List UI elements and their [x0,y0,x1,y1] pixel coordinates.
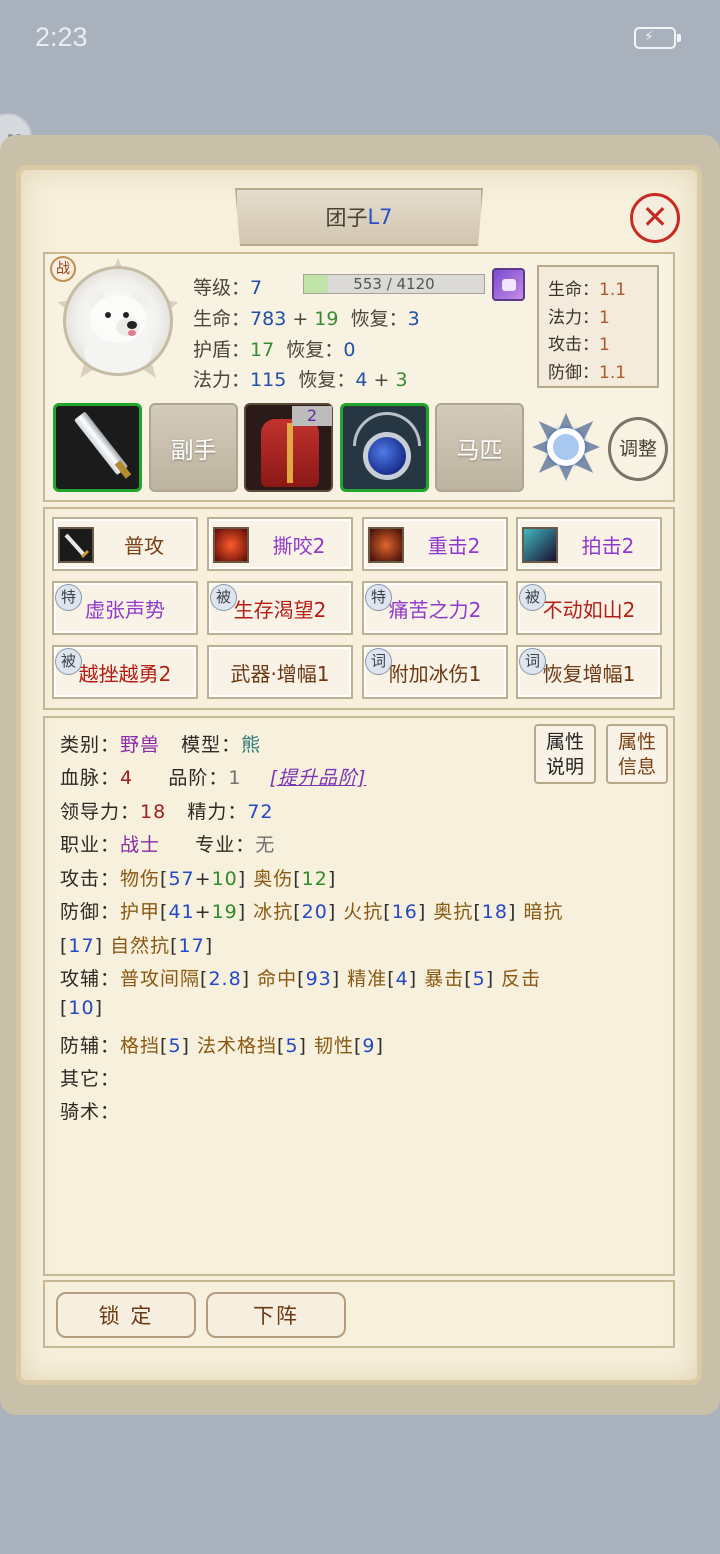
skill-tag: 被 [519,584,546,611]
shield-regen: 0 [343,339,356,361]
mount-slot[interactable]: 马匹 [435,403,524,492]
exp-bar: 553 / 4120 [303,274,485,294]
skill-ice-damage[interactable]: 附加冰伤1 词 [362,645,508,699]
skill-tag: 被 [55,648,82,675]
growth-ratio-box: 生命：1.1 法力：1 攻击：1 防御：1.1 [537,265,659,388]
ratio-defense: 防御：1.1 [548,362,627,383]
riding-row: 骑术： [60,1101,121,1123]
robe-icon [261,419,319,487]
mp-regen-bonus: 3 [395,369,408,391]
skill-tag: 词 [365,648,392,675]
attack-aux-row-cont: [10] [60,997,104,1019]
skill-tag: 特 [365,584,392,611]
hp-row: 生命：783 + 19 恢复：3 [193,308,420,330]
mp-value: 115 [250,369,287,391]
skill-resilience[interactable]: 越挫越勇2 被 [52,645,198,699]
close-x-icon: ✕ [641,198,669,236]
skill-immovable[interactable]: 不动如山2 被 [516,581,662,635]
skill-weapon-amp[interactable]: 武器·增幅1 [207,645,353,699]
status-time: 2:23 [35,22,88,52]
hp-bonus: 19 [314,308,339,330]
pet-type-icon[interactable] [492,268,525,301]
armor-count: 2 [292,406,332,426]
ratio-attack: 攻击：1 [548,335,610,355]
bloodline-row: 血脉：4 品阶：1 [提升品阶] [60,767,367,789]
category-row: 类别：野兽 模型：熊 [60,734,262,756]
ratio-mp: 法力：1 [548,307,610,328]
skill-heavy-strike[interactable]: 重击2 [362,517,508,571]
lock-button[interactable]: 锁 定 [56,1292,196,1338]
mp-row: 法力：115 恢复：4 + 3 [193,369,408,391]
accessory-slot[interactable] [340,403,429,492]
upgrade-grade-link[interactable]: [提升品阶] [270,767,367,789]
skill-tag: 词 [519,648,546,675]
amulet-icon [363,432,411,480]
skill-regen-amp[interactable]: 恢复增幅1 词 [516,645,662,699]
armor-slot[interactable]: 2 [244,403,333,492]
pet-level-title: L7 [367,205,393,229]
skill-tag: 特 [55,584,82,611]
adjust-button[interactable]: 调整 [608,417,668,481]
status-bar: 2:23 ⚡ [0,0,720,78]
level-value: 7 [250,277,263,299]
skill-bite[interactable]: 撕咬2 [207,517,353,571]
other-row: 其它： [60,1068,121,1090]
hp-regen: 3 [407,308,420,330]
skill-tag: 被 [210,584,237,611]
battery-charging-icon: ⚡ [634,27,681,49]
attack-aux-row: 攻辅：普攻间隔[2.8] 命中[93] 精准[4] 暴击[5] 反击 [60,968,542,990]
battle-badge: 战 [50,256,76,282]
defense-row: 防御：护甲[41+19] 冰抗[20] 火抗[16] 奥抗[18] 暗抗 [60,901,564,923]
ratio-hp: 生命：1.1 [548,280,627,300]
skill-pain-power[interactable]: 痛苦之力2 特 [362,581,508,635]
defense-aux-row: 防辅：格挡[5] 法术格挡[5] 韧性[9] [60,1035,384,1057]
polar-bear-portrait [63,266,173,376]
mp-regen-base: 4 [355,369,368,391]
shield-value: 17 [250,339,275,361]
offhand-slot[interactable]: 副手 [149,403,238,492]
attribute-explain-button[interactable]: 属性 说明 [534,724,596,784]
weapon-slot[interactable] [53,403,142,492]
attribute-info-button[interactable]: 属性 信息 [606,724,668,784]
skill-slap[interactable]: 拍击2 [516,517,662,571]
pet-avatar[interactable] [55,258,181,384]
remove-from-formation-button[interactable]: 下阵 [206,1292,346,1338]
title-plate: 团子 L7 [235,188,483,246]
close-button[interactable]: ✕ [630,193,680,243]
shield-row: 护盾：17 恢复：0 [193,339,356,361]
defense-row-cont: [17] 自然抗[17] [60,935,214,957]
skill-survival[interactable]: 生存渴望2 被 [207,581,353,635]
skill-bluff[interactable]: 虚张声势 特 [52,581,198,635]
attack-row: 攻击：物伤[57+10] 奥伤[12] [60,868,337,890]
leadership-row: 领导力：18 精力：72 [60,801,274,823]
emblem-slot[interactable] [532,413,600,481]
level-row: 等级：7 [193,277,263,299]
pet-name: 团子 [325,206,368,230]
exp-text: 553 / 4120 [353,275,435,293]
job-row: 职业：战士 专业：无 [60,834,276,856]
skill-normal-attack[interactable]: 普攻 [52,517,198,571]
hp-base: 783 [250,308,287,330]
